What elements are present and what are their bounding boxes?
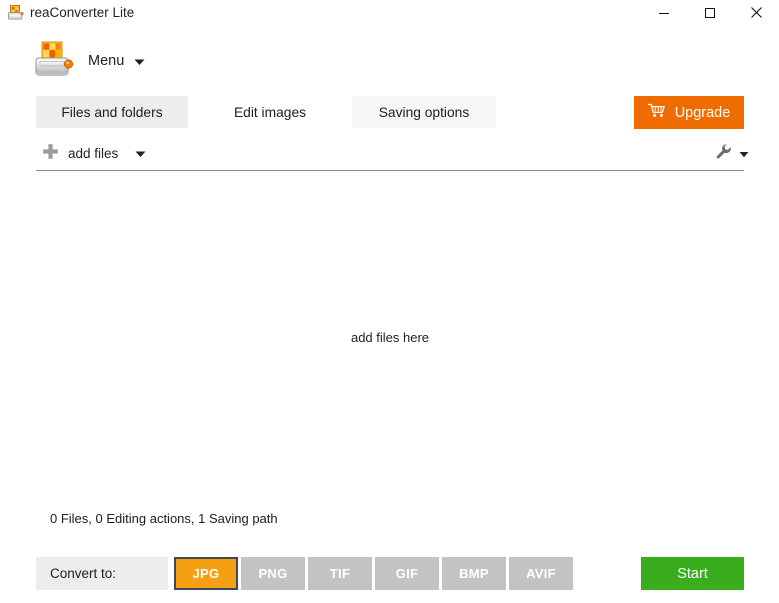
add-files-label: add files xyxy=(68,146,118,161)
reaconverter-scanner-logo xyxy=(32,40,76,82)
close-button[interactable] xyxy=(733,0,779,28)
upgrade-button[interactable]: Upgrade xyxy=(634,96,744,129)
format-button-tif[interactable]: TIF xyxy=(308,557,372,590)
status-bar: 0 Files, 0 Editing actions, 1 Saving pat… xyxy=(50,511,278,529)
chevron-down-icon xyxy=(135,146,146,161)
tab-edit-images[interactable]: Edit images xyxy=(202,96,338,128)
file-drop-area[interactable]: add files here xyxy=(36,178,744,496)
wrench-icon xyxy=(715,143,732,163)
add-files-button[interactable]: add files xyxy=(42,140,146,166)
chevron-down-icon xyxy=(739,146,749,161)
menu-label: Menu xyxy=(88,53,124,69)
format-button-jpg[interactable]: JPG xyxy=(174,557,238,590)
add-files-toolbar: add files xyxy=(0,138,779,170)
window-title: reaConverter Lite xyxy=(30,3,134,23)
close-icon xyxy=(750,6,763,22)
start-button[interactable]: Start xyxy=(641,557,744,590)
format-button-avif[interactable]: AVIF xyxy=(509,557,573,590)
upgrade-label: Upgrade xyxy=(675,105,731,121)
chevron-down-icon xyxy=(134,54,145,69)
plus-icon xyxy=(42,143,59,163)
tab-files-and-folders[interactable]: Files and folders xyxy=(36,96,188,128)
maximize-icon xyxy=(704,7,716,22)
tab-saving-options[interactable]: Saving options xyxy=(352,96,496,128)
format-button-bmp[interactable]: BMP xyxy=(442,557,506,590)
maximize-button[interactable] xyxy=(687,0,733,28)
format-button-png[interactable]: PNG xyxy=(241,557,305,590)
minimize-button[interactable] xyxy=(641,0,687,28)
convert-to-label: Convert to: xyxy=(50,566,116,581)
format-button-gif[interactable]: GIF xyxy=(375,557,439,590)
toolbar-separator xyxy=(36,170,744,171)
convert-to-panel: Convert to: xyxy=(36,557,168,590)
menu-button[interactable]: Menu xyxy=(84,48,149,74)
minimize-icon xyxy=(658,7,670,22)
drop-area-hint: add files here xyxy=(351,330,429,345)
shopping-cart-icon xyxy=(648,103,666,122)
bottom-bar: Convert to: JPG PNG TIF GIF BMP AVIF Sta… xyxy=(0,552,779,603)
scanner-icon xyxy=(7,4,25,22)
title-bar: reaConverter Lite xyxy=(0,0,779,28)
tools-settings-button[interactable] xyxy=(715,141,749,165)
logo-menu-row: Menu xyxy=(0,28,779,92)
